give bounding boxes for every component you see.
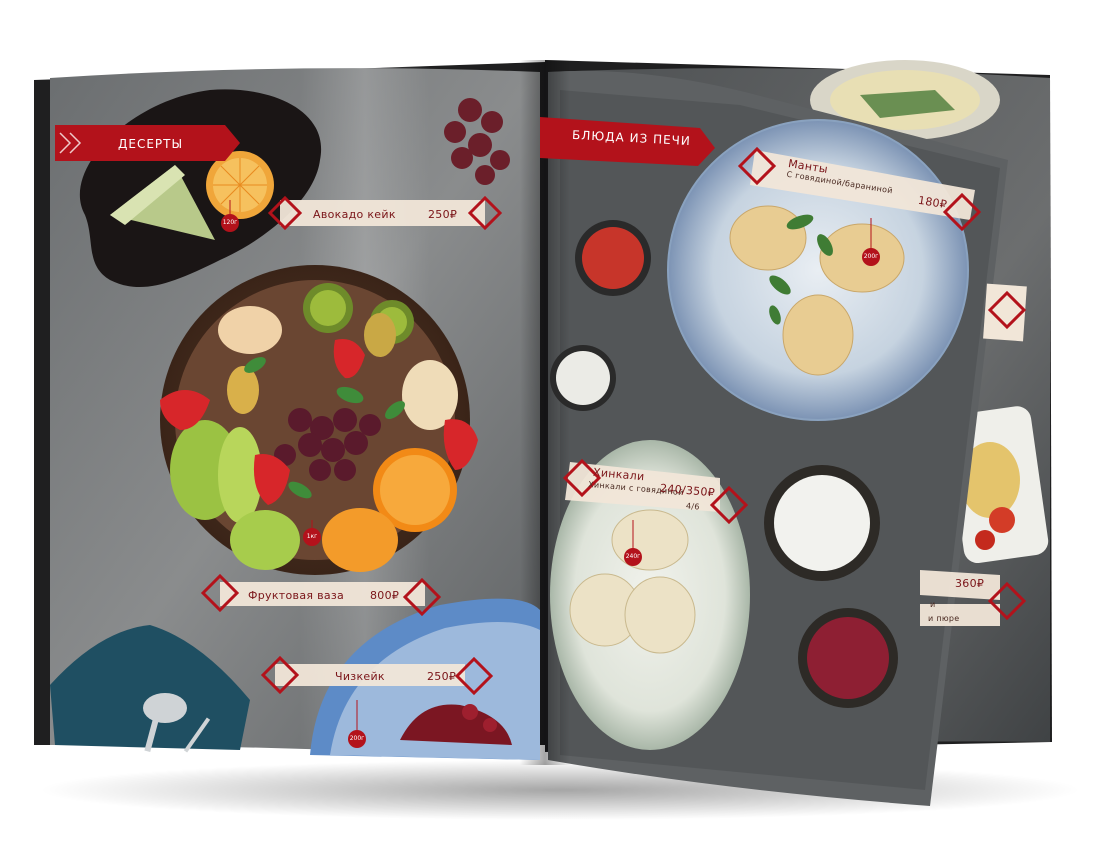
potato-dish-subtitle-1: и [930,600,936,609]
avocado-cake-weight: 120г [221,214,239,232]
khinkali-portion: 4/6 [685,501,701,512]
menu-spread-photo: ДЕСЕРТЫ БЛЮДА ИЗ ПЕЧИ Авокадо кейк 250₽ … [0,0,1093,848]
fruit-vase-weight: 1кг [303,528,321,546]
avocado-cake-name: Авокадо кейк [313,208,396,221]
cheesecake-weight: 200г [348,730,366,748]
potato-dish-price: 360₽ [955,577,985,590]
cheesecake-name: Чизкейк [335,670,385,683]
potato-dish-subtitle-2: и пюре [928,614,960,623]
fruit-vase-price: 800₽ [370,589,400,602]
dessert-section-title: ДЕСЕРТЫ [118,137,184,151]
fruit-vase-name: Фруктовая ваза [248,589,345,602]
avocado-cake-price: 250₽ [428,208,458,221]
manty-weight: 200г [862,248,880,266]
khinkali-weight: 240г [624,548,642,566]
menu-illustration [34,60,1080,820]
cheesecake-price: 250₽ [427,670,457,683]
